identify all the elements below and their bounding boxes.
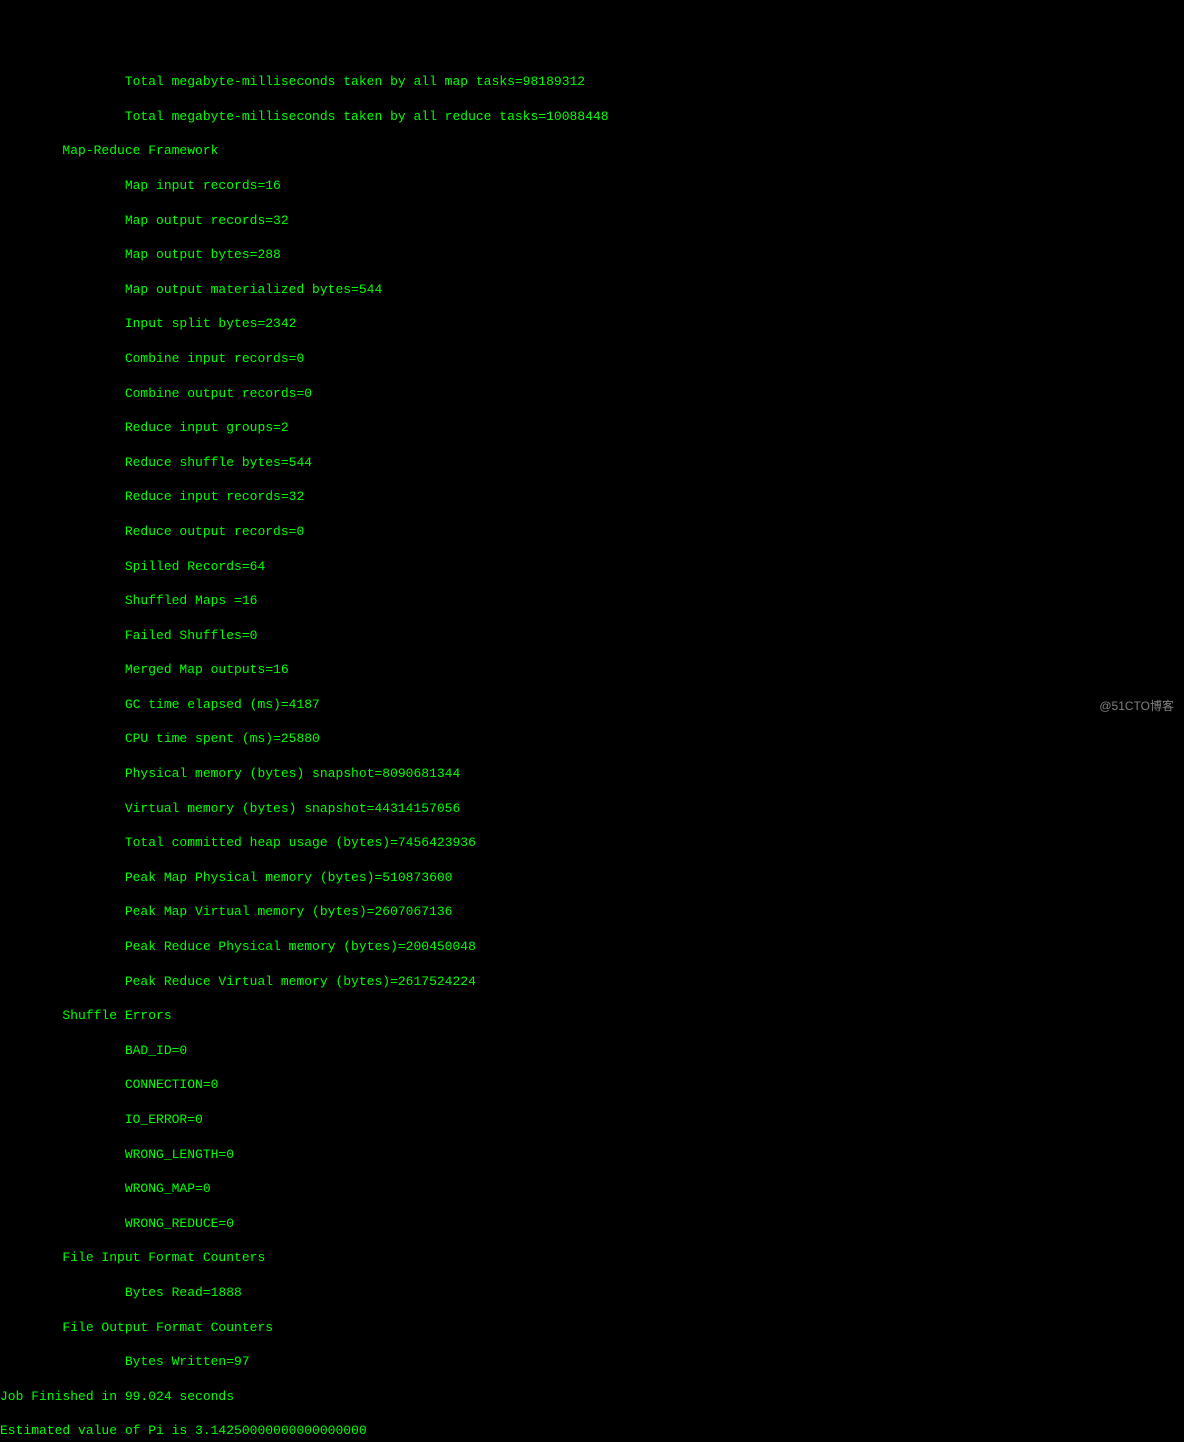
output-line: Map output records=32 [0, 212, 1184, 229]
output-line: Total megabyte-milliseconds taken by all… [0, 73, 1184, 90]
section-header: Shuffle Errors [0, 1007, 1184, 1024]
output-line: Combine input records=0 [0, 350, 1184, 367]
output-line: Input split bytes=2342 [0, 315, 1184, 332]
pi-result-line: Estimated value of Pi is 3.1425000000000… [0, 1422, 1184, 1439]
output-line: Shuffled Maps =16 [0, 592, 1184, 609]
output-line: Failed Shuffles=0 [0, 627, 1184, 644]
output-line: Map output materialized bytes=544 [0, 281, 1184, 298]
output-line: Reduce input records=32 [0, 488, 1184, 505]
section-header: File Output Format Counters [0, 1319, 1184, 1336]
output-line: Physical memory (bytes) snapshot=8090681… [0, 765, 1184, 782]
output-line: Combine output records=0 [0, 385, 1184, 402]
output-line: Reduce input groups=2 [0, 419, 1184, 436]
output-line: IO_ERROR=0 [0, 1111, 1184, 1128]
output-line: CPU time spent (ms)=25880 [0, 730, 1184, 747]
output-line: Peak Reduce Physical memory (bytes)=2004… [0, 938, 1184, 955]
output-line: WRONG_LENGTH=0 [0, 1146, 1184, 1163]
output-line: GC time elapsed (ms)=4187 [0, 696, 1184, 713]
output-line: Peak Map Virtual memory (bytes)=26070671… [0, 903, 1184, 920]
output-line: CONNECTION=0 [0, 1076, 1184, 1093]
output-line: Bytes Written=97 [0, 1353, 1184, 1370]
output-line: Reduce output records=0 [0, 523, 1184, 540]
section-header: Map-Reduce Framework [0, 142, 1184, 159]
output-line: Spilled Records=64 [0, 558, 1184, 575]
job-finished-line: Job Finished in 99.024 seconds [0, 1388, 1184, 1405]
section-header: File Input Format Counters [0, 1249, 1184, 1266]
output-line: Bytes Read=1888 [0, 1284, 1184, 1301]
output-line: Virtual memory (bytes) snapshot=44314157… [0, 800, 1184, 817]
output-line: WRONG_MAP=0 [0, 1180, 1184, 1197]
output-line: Merged Map outputs=16 [0, 661, 1184, 678]
output-line: Map output bytes=288 [0, 246, 1184, 263]
output-line: Peak Reduce Virtual memory (bytes)=26175… [0, 973, 1184, 990]
output-line: BAD_ID=0 [0, 1042, 1184, 1059]
watermark: @51CTO博客 [1099, 698, 1174, 715]
output-line: Total megabyte-milliseconds taken by all… [0, 108, 1184, 125]
output-line: Reduce shuffle bytes=544 [0, 454, 1184, 471]
output-line: Map input records=16 [0, 177, 1184, 194]
output-line: Total committed heap usage (bytes)=74564… [0, 834, 1184, 851]
output-line: Peak Map Physical memory (bytes)=5108736… [0, 869, 1184, 886]
output-line: WRONG_REDUCE=0 [0, 1215, 1184, 1232]
